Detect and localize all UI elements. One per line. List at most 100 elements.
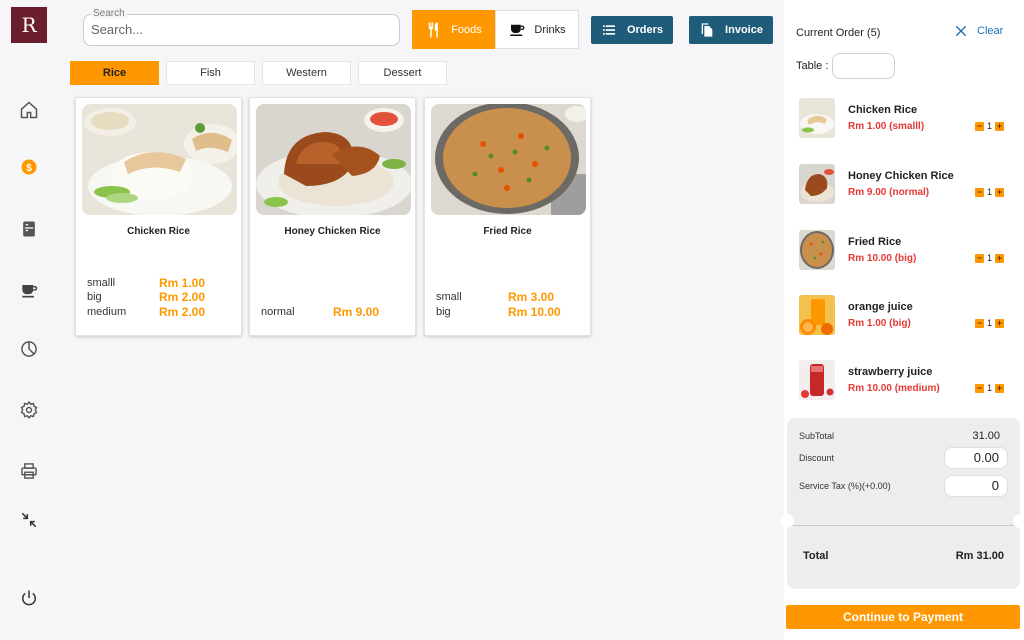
order-item-price: Rm 10.00 (medium) [848,383,940,394]
increase-button[interactable]: + [995,383,1005,393]
price-row: smalll Rm 1.00 [87,276,237,291]
fridge-icon[interactable] [17,217,41,241]
price-row: medium Rm 2.00 [87,305,237,320]
quantity-stepper: − 1 + [975,383,1005,393]
printer-icon[interactable] [17,459,41,483]
variant-price: Rm 9.00 [333,304,380,319]
order-item-thumbnail [799,295,835,335]
increase-button[interactable]: + [995,253,1005,263]
variant-price: Rm 2.00 [159,304,206,319]
variant-price: Rm 2.00 [159,290,206,304]
quantity-value: 1 [987,121,993,131]
order-item[interactable]: strawberry juice Rm 10.00 (medium) − 1 + [799,360,1009,400]
order-item[interactable]: Chicken Rice Rm 1.00 (smalll) − 1 + [799,98,1009,138]
summary-notch-right [1013,514,1024,528]
search-label: Search [91,8,127,19]
close-icon [955,25,967,37]
quantity-stepper: − 1 + [975,318,1005,328]
fried-rice-image [431,104,586,215]
service-tax-field[interactable]: 0 [944,475,1008,497]
variant-price: Rm 3.00 [508,290,555,304]
order-item[interactable]: Fried Rice Rm 10.00 (big) − 1 + [799,230,1009,270]
invoice-button[interactable]: Invoice [689,16,773,44]
increase-button[interactable]: + [995,121,1005,131]
subtotal-value: 31.00 [972,430,1000,442]
variant-label: big [87,291,102,303]
decrease-button[interactable]: − [975,383,984,393]
price-row: big Rm 10.00 [436,305,586,320]
variant-label: normal [261,305,295,318]
decrease-button[interactable]: − [975,318,984,328]
order-item-price: Rm 1.00 (big) [848,318,911,329]
order-item-price: Rm 9.00 (normal) [848,187,930,198]
product-card-fried-rice[interactable]: Fried Rice small Rm 3.00 big Rm 10.00 [424,97,591,336]
category-tab-dessert[interactable]: Dessert [358,61,447,85]
decrease-button[interactable]: − [975,253,984,263]
cup-icon [510,24,525,36]
coffee-icon[interactable] [17,278,41,302]
table-input[interactable] [832,53,895,79]
summary-divider [793,525,1014,526]
quantity-value: 1 [987,253,993,263]
order-item-name: Chicken Rice [848,104,918,116]
app-logo[interactable]: R [11,7,47,43]
continue-to-payment-button[interactable]: Continue to Payment [786,605,1020,629]
quantity-stepper: − 1 + [975,121,1005,131]
foods-tab[interactable]: Foods [412,10,495,49]
price-row: normal Rm 9.00 [261,305,411,320]
product-card-honey-chicken-rice[interactable]: Honey Chicken Rice normal Rm 9.00 [249,97,416,336]
clear-button[interactable]: Clear [954,24,1003,38]
power-icon[interactable] [17,586,41,610]
chicken-rice-image [82,104,237,215]
variant-label: smalll [87,276,116,289]
home-icon[interactable] [17,98,41,122]
settings-icon[interactable] [17,398,41,422]
variant-label: big [436,305,451,318]
copy-icon [701,23,713,37]
order-title: Current Order (5) [796,27,881,39]
order-item[interactable]: orange juice Rm 1.00 (big) − 1 + [799,295,1009,335]
table-label: Table : [796,60,829,72]
discount-field[interactable]: 0.00 [944,447,1008,469]
dollar-icon[interactable]: $ [17,155,41,179]
order-item-thumbnail [799,230,835,270]
pie-chart-icon[interactable] [17,337,41,361]
orders-label: Orders [626,24,664,36]
search-box[interactable]: Search [83,8,400,46]
price-list: normal Rm 9.00 [261,305,411,320]
order-item-name: orange juice [848,301,913,313]
order-item-name: Honey Chicken Rice [848,170,954,182]
order-item-price: Rm 10.00 (big) [848,253,917,264]
drinks-label: Drinks [534,23,566,36]
product-name: Chicken Rice [127,226,190,237]
decrease-button[interactable]: − [975,187,984,197]
category-tab-western[interactable]: Western [262,61,351,85]
order-item[interactable]: Honey Chicken Rice Rm 9.00 (normal) − 1 … [799,164,1009,204]
variant-label: medium [87,305,127,318]
variant-label: small [436,291,462,303]
quantity-stepper: − 1 + [975,253,1005,263]
increase-button[interactable]: + [995,318,1005,328]
search-input[interactable] [91,22,381,37]
list-icon [602,25,615,35]
category-tab-rice[interactable]: Rice [70,61,159,85]
orders-button[interactable]: Orders [591,16,673,44]
category-tab-fish[interactable]: Fish [166,61,255,85]
increase-button[interactable]: + [995,187,1005,197]
order-item-name: Fried Rice [848,236,902,248]
order-item-thumbnail [799,164,835,204]
product-name: Honey Chicken Rice [284,226,381,237]
svg-text:$: $ [26,163,32,174]
drinks-tab[interactable]: Drinks [495,10,579,49]
summary-notch-left [780,514,794,528]
order-item-name: strawberry juice [848,366,933,378]
foods-label: Foods [451,23,482,36]
decrease-button[interactable]: − [975,121,984,131]
order-item-price: Rm 1.00 (smalll) [848,121,925,132]
product-card-chicken-rice[interactable]: Chicken Rice smalll Rm 1.00 big Rm 2.00 me… [75,97,242,336]
clear-label: Clear [977,25,1004,37]
cutlery-icon [428,22,438,37]
discount-label: Discount [799,453,835,463]
collapse-icon[interactable] [17,508,41,532]
price-list: smalll Rm 1.00 big Rm 2.00 medium Rm 2.00 [87,276,237,320]
